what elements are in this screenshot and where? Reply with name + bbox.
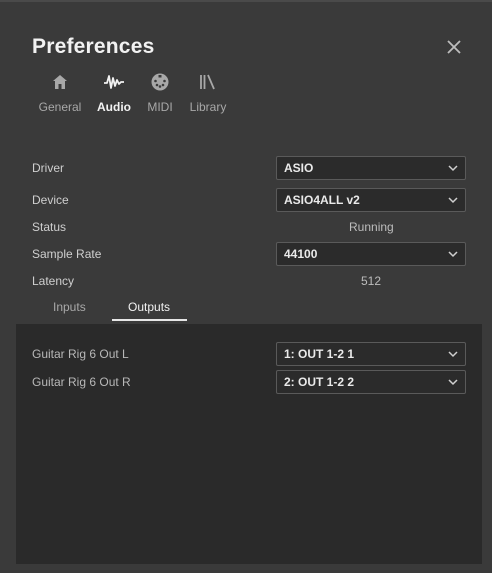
tab-outputs[interactable]: Outputs	[128, 300, 170, 314]
preferences-window: Preferences General Audio MIDI Library D…	[0, 0, 492, 573]
tab-general-label: General	[38, 100, 82, 114]
page-title: Preferences	[32, 35, 155, 58]
driver-value: ASIO	[284, 161, 314, 175]
device-value: ASIO4ALL v2	[284, 193, 360, 207]
active-subtab-indicator	[112, 319, 187, 321]
tab-audio-label: Audio	[97, 100, 131, 114]
tab-general[interactable]: General	[32, 72, 88, 114]
close-icon[interactable]	[444, 38, 464, 58]
io-subtabs: Inputs Outputs	[32, 300, 192, 322]
chevron-down-icon	[448, 197, 458, 204]
output-left-label: Guitar Rig 6 Out L	[32, 347, 129, 361]
chevron-down-icon	[448, 351, 458, 358]
status-label: Status	[32, 220, 67, 234]
sample-rate-label: Sample Rate	[32, 247, 102, 261]
home-icon	[32, 72, 88, 92]
tab-inputs[interactable]: Inputs	[53, 300, 86, 314]
output-right-select[interactable]: 2: OUT 1-2 2	[276, 370, 466, 394]
chevron-down-icon	[448, 165, 458, 172]
tab-library-label: Library	[189, 100, 227, 114]
device-select[interactable]: ASIO4ALL v2	[276, 188, 466, 212]
close-icon-glyph	[447, 40, 461, 54]
output-left-select[interactable]: 1: OUT 1-2 1	[276, 342, 466, 366]
chevron-down-icon	[448, 251, 458, 258]
output-right-label: Guitar Rig 6 Out R	[32, 375, 131, 389]
chevron-down-icon	[448, 379, 458, 386]
output-right-value: 2: OUT 1-2 2	[284, 375, 355, 389]
tab-midi-label: MIDI	[147, 100, 173, 114]
tab-midi[interactable]: MIDI	[142, 72, 178, 114]
sample-rate-select[interactable]: 44100	[276, 242, 466, 266]
output-left-value: 1: OUT 1-2 1	[284, 347, 355, 361]
library-icon	[188, 72, 228, 92]
latency-label: Latency	[32, 274, 75, 288]
tab-library[interactable]: Library	[188, 72, 228, 114]
waveform-icon	[96, 72, 132, 92]
latency-value: 512	[361, 274, 382, 288]
driver-label: Driver	[32, 161, 64, 175]
device-label: Device	[32, 193, 69, 207]
status-value: Running	[349, 220, 394, 234]
driver-select[interactable]: ASIO	[276, 156, 466, 180]
sample-rate-value: 44100	[284, 247, 318, 261]
preferences-tabs: General Audio MIDI Library	[32, 72, 252, 122]
outputs-panel: Guitar Rig 6 Out L 1: OUT 1-2 1 Guitar R…	[16, 324, 482, 564]
tab-audio[interactable]: Audio	[96, 72, 132, 114]
midi-connector-icon	[142, 72, 178, 92]
